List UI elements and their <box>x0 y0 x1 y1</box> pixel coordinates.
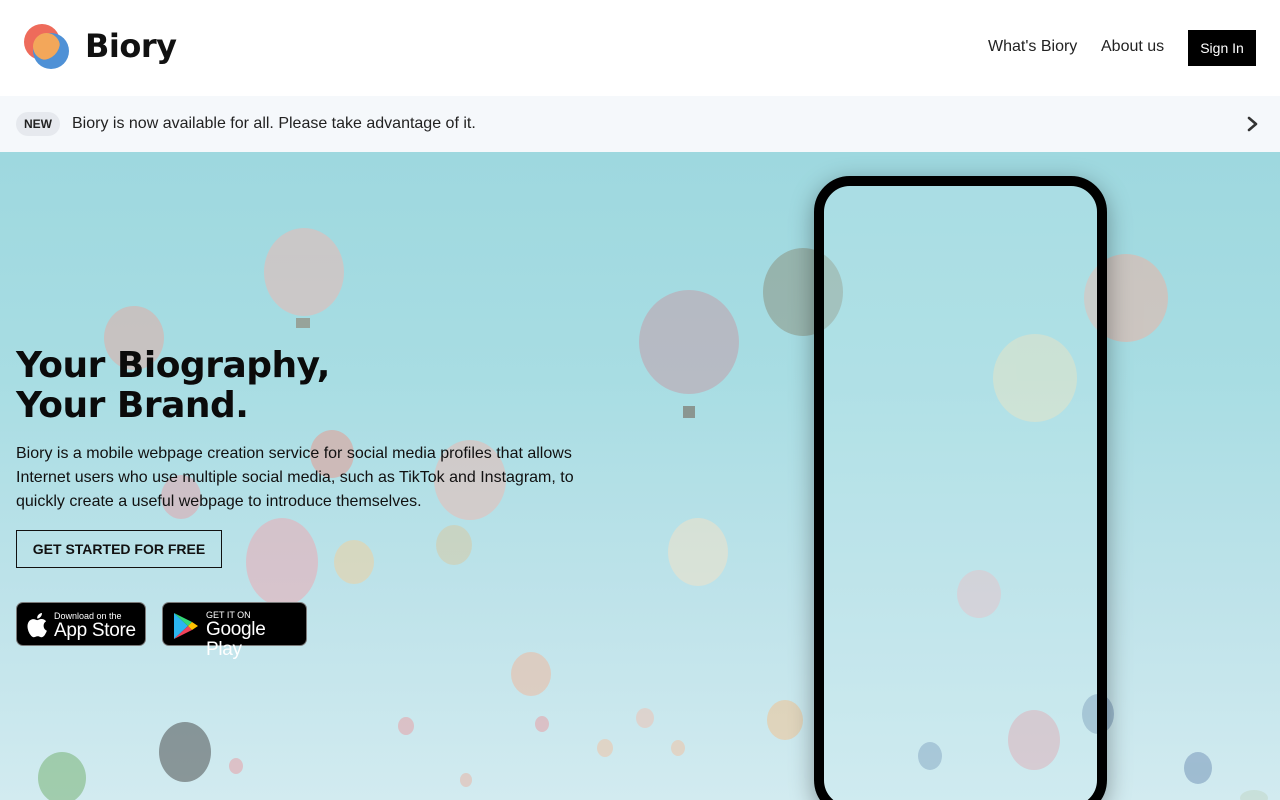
apple-icon <box>27 613 47 638</box>
balloon-30 <box>1240 790 1268 800</box>
balloon-10 <box>246 518 318 606</box>
balloon-27 <box>535 716 549 732</box>
balloon-3 <box>639 290 739 418</box>
balloon-22 <box>1184 752 1212 784</box>
phone-screen <box>824 186 1097 800</box>
balloon-13 <box>668 518 728 586</box>
hero-title-line1: Your Biography, <box>16 345 331 386</box>
balloon-19 <box>159 722 211 782</box>
new-badge: NEW <box>16 112 60 136</box>
brand-name[interactable]: Biory <box>85 27 177 65</box>
balloon-28 <box>229 758 243 774</box>
logo-circle-overlap <box>33 33 60 60</box>
nav-about-us[interactable]: About us <box>1101 38 1164 56</box>
hero-title: Your Biography, Your Brand. <box>16 345 331 426</box>
app-store-big-text: App Store <box>54 620 136 641</box>
get-started-button[interactable]: GET STARTED FOR FREE <box>16 530 222 568</box>
balloon-29 <box>460 773 472 787</box>
sign-in-button[interactable]: Sign In <box>1188 30 1256 66</box>
balloon-11 <box>334 540 374 584</box>
google-play-icon <box>174 613 198 639</box>
brand-logo[interactable] <box>24 24 72 72</box>
balloon-12 <box>436 525 472 565</box>
google-play-big-text: Google Play <box>206 619 266 660</box>
balloon-25 <box>671 740 685 756</box>
phone-mockup <box>814 176 1107 800</box>
balloon-24 <box>597 739 613 757</box>
balloon-1 <box>264 228 344 328</box>
balloon-16 <box>767 700 803 740</box>
balloon-23 <box>636 708 654 728</box>
google-play-text: GET IT ON Google Play <box>206 610 306 660</box>
app-store-badge[interactable]: Download on the App Store <box>16 602 146 646</box>
app-store-text: Download on the App Store <box>54 611 136 641</box>
balloon-15 <box>511 652 551 696</box>
nav-whats-biory[interactable]: What's Biory <box>988 38 1077 56</box>
announcement-text[interactable]: Biory is now available for all. Please t… <box>72 115 476 133</box>
balloon-26 <box>398 717 414 735</box>
hero-description: Biory is a mobile webpage creation servi… <box>16 445 574 510</box>
chevron-right-icon[interactable] <box>1244 114 1262 134</box>
balloon-20 <box>38 752 86 800</box>
hero-title-line2: Your Brand. <box>16 385 249 426</box>
site-header: Biory What's Biory About us Sign In <box>0 0 1280 96</box>
google-play-badge[interactable]: GET IT ON Google Play <box>162 602 307 660</box>
